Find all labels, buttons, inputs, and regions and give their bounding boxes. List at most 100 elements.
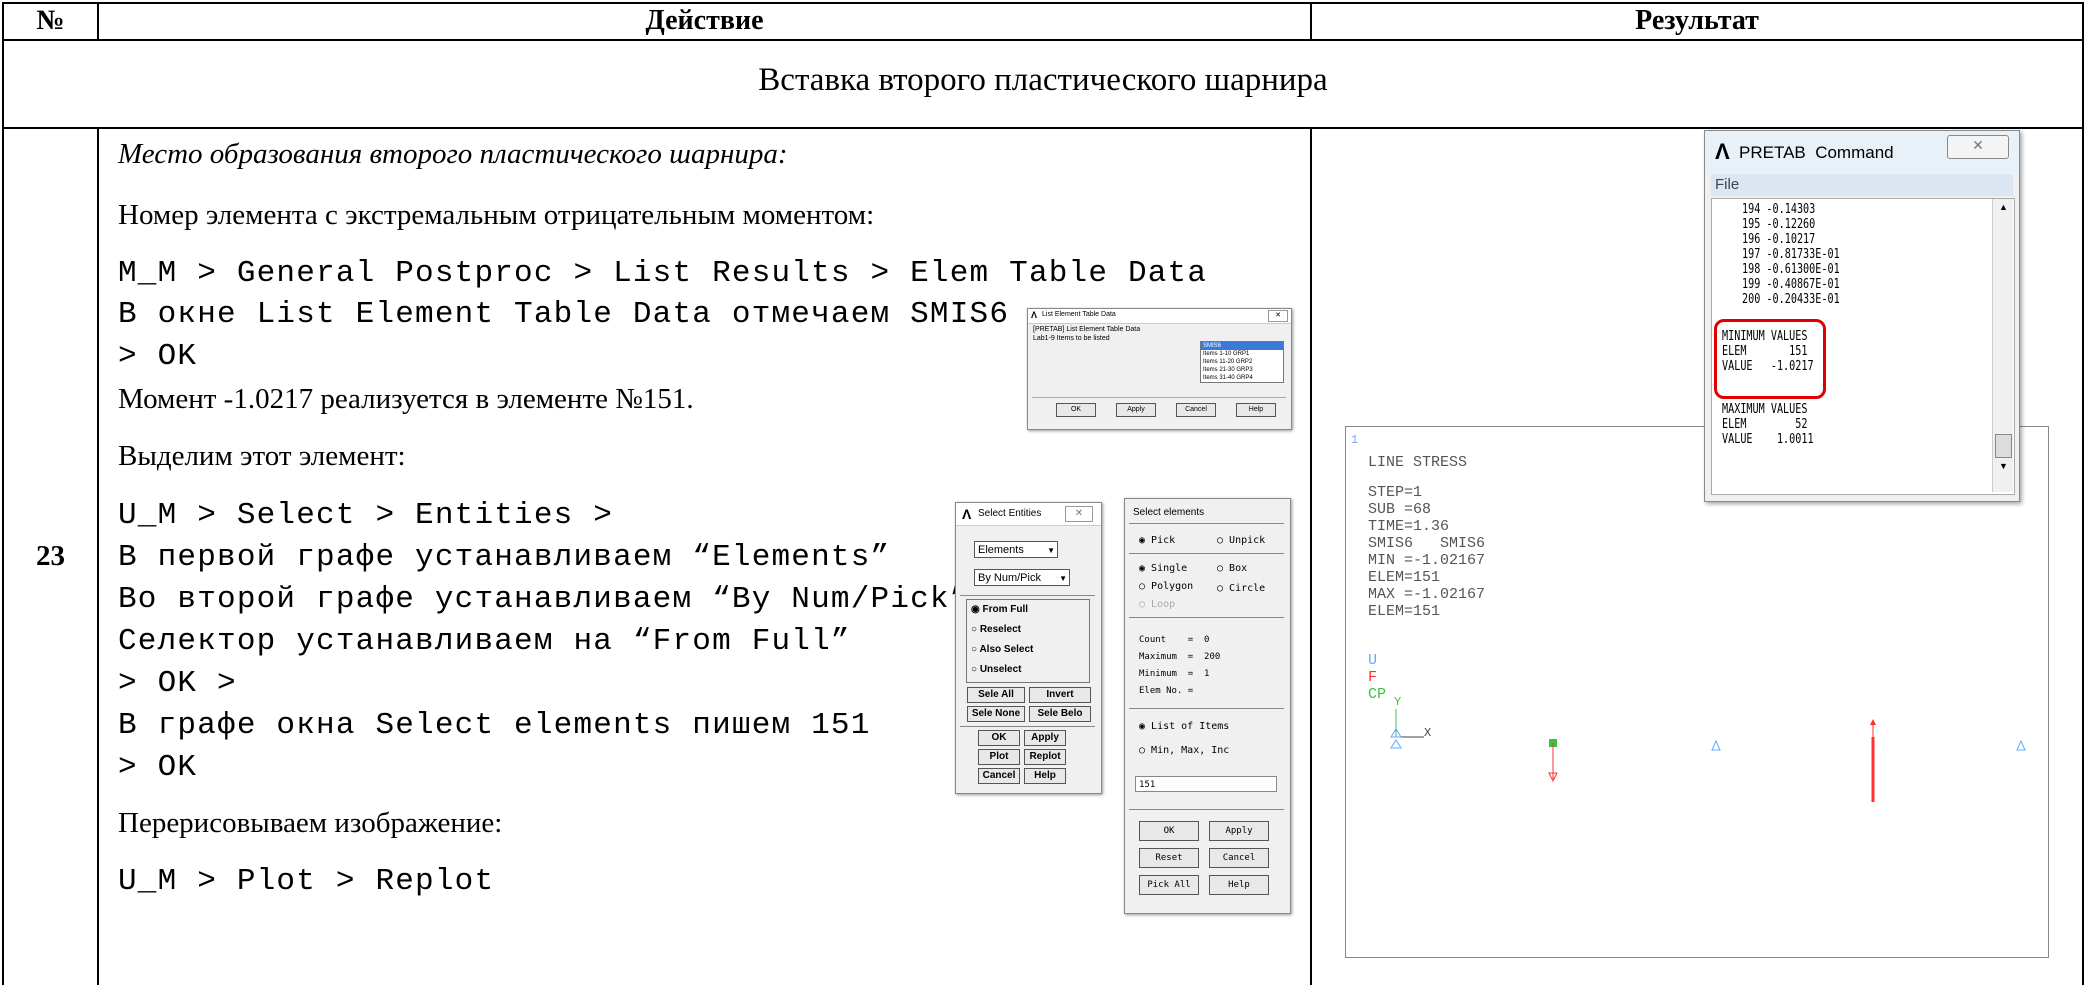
radio-label: Single: [1151, 563, 1188, 574]
entity-type-dropdown[interactable]: Elements ▼: [974, 541, 1058, 558]
menu-file[interactable]: File: [1715, 176, 1739, 193]
support-triangle-icon: [1390, 739, 1402, 749]
action-line-1: Место образования второго пластического …: [118, 138, 788, 170]
help-button[interactable]: Help: [1024, 768, 1066, 784]
pretab-row: 198 -0.61300E-01: [1742, 262, 1840, 277]
action-line-5: > OK: [118, 339, 198, 374]
max-elem: ELEM 52: [1722, 417, 1808, 432]
radio-icon: ○: [971, 664, 980, 675]
radio-also-select[interactable]: ○ Also Select: [967, 640, 1089, 660]
radio-label: Polygon: [1151, 581, 1194, 592]
apply-button[interactable]: Apply: [1116, 403, 1156, 417]
selector-group: ◉ From Full ○ Reselect ○ Also Select ○ U…: [966, 599, 1090, 683]
radio-box[interactable]: ○ Box: [1217, 563, 1247, 574]
sele-none-button[interactable]: Sele None: [967, 706, 1025, 722]
close-icon[interactable]: ✕: [1947, 135, 2009, 159]
plot-button[interactable]: Plot: [978, 749, 1020, 765]
ansys-graphics-window: 1 LINE STRESS STEP=1 SUB =68 TIME=1.36 S…: [1345, 426, 2049, 958]
ansys-logo-icon: Λ: [962, 506, 972, 522]
pretab-row: 199 -0.40867E-01: [1742, 277, 1840, 292]
help-button[interactable]: Help: [1209, 875, 1269, 895]
max-value: VALUE 1.0011: [1722, 432, 1814, 447]
scroll-down-icon[interactable]: ▼: [1999, 461, 2008, 471]
replot-button[interactable]: Replot: [1024, 749, 1066, 765]
axis-x-label: X: [1424, 726, 1432, 740]
radio-icon: ○: [1217, 583, 1230, 594]
radio-unselect[interactable]: ○ Unselect: [967, 660, 1089, 680]
radio-icon: ○: [971, 624, 980, 635]
items-listbox[interactable]: SMIS6 Items 1-10 GRP1 Items 11-20 GRP2 I…: [1200, 341, 1284, 383]
criterion-dropdown[interactable]: By Num/Pick ▼: [974, 569, 1070, 586]
sele-belo-button[interactable]: Sele Belo: [1029, 706, 1091, 722]
radio-icon: ○: [1139, 745, 1152, 756]
radio-selected-icon: ◉: [1139, 721, 1152, 732]
radio-polygon[interactable]: ○ Polygon: [1139, 581, 1193, 592]
radio-unpick[interactable]: ○ Unpick: [1217, 535, 1265, 546]
pretab-row: 196 -0.10217: [1742, 232, 1816, 247]
radio-single[interactable]: ◉ Single: [1139, 563, 1187, 574]
radio-circle[interactable]: ○ Circle: [1217, 583, 1265, 594]
listbox-item[interactable]: Items 11-20 GRP2: [1201, 358, 1283, 366]
radio-icon: ○: [1217, 563, 1230, 574]
table-border-header-bottom: [2, 39, 2084, 41]
radio-min-max-inc[interactable]: ○ Min, Max, Inc: [1139, 745, 1229, 756]
dialog-divider: [1129, 523, 1284, 524]
table-border-left: [2, 2, 4, 985]
radio-selected-icon: ◉: [1139, 563, 1152, 574]
listbox-item[interactable]: SMIS6: [1201, 342, 1283, 350]
select-entities-title: Select Entities: [978, 508, 1042, 519]
col-divider-1-body: [97, 127, 99, 985]
pretab-row: 195 -0.12260: [1742, 217, 1816, 232]
dialog-divider: [1032, 397, 1286, 398]
apply-button[interactable]: Apply: [1209, 821, 1269, 841]
radio-label: Circle: [1229, 583, 1266, 594]
close-icon[interactable]: ✕: [1268, 310, 1288, 322]
item-number-input[interactable]: 151: [1135, 776, 1277, 792]
invert-button[interactable]: Invert: [1029, 687, 1091, 703]
apply-button[interactable]: Apply: [1024, 730, 1066, 746]
beam-model-drawing: [1390, 709, 2026, 802]
cancel-button[interactable]: Cancel: [978, 768, 1020, 784]
action-line-15: Перерисовываем изображение:: [118, 807, 503, 839]
chevron-down-icon: ▼: [1059, 574, 1067, 583]
support-triangle-icon: [1711, 739, 1721, 751]
listbox-item[interactable]: Items 21-30 GRP3: [1201, 366, 1283, 374]
radio-label: Pick: [1151, 535, 1176, 546]
radio-pick[interactable]: ◉ Pick: [1139, 535, 1175, 546]
sele-all-button[interactable]: Sele All: [967, 687, 1025, 703]
select-entities-dialog: Λ Select Entities ✕ Elements ▼ By Num/Pi…: [955, 502, 1102, 794]
ok-button[interactable]: OK: [1139, 821, 1199, 841]
item-number-value: 151: [1139, 780, 1156, 790]
radio-reselect[interactable]: ○ Reselect: [967, 620, 1089, 640]
pretab-text-area: 194 -0.14303 195 -0.12260 196 -0.10217 1…: [1711, 198, 2015, 495]
header-result: Результат: [1635, 5, 1759, 36]
action-line-12: > OK >: [118, 666, 237, 701]
radio-label: Loop: [1151, 599, 1176, 610]
radio-label: Reselect: [979, 624, 1021, 635]
dialog-divider: [1129, 809, 1284, 810]
ok-button[interactable]: OK: [1056, 403, 1096, 417]
radio-list-of-items[interactable]: ◉ List of Items: [1139, 721, 1229, 732]
dialog-divider: [1129, 617, 1284, 618]
cancel-button[interactable]: Cancel: [1176, 403, 1216, 417]
close-icon[interactable]: ✕: [1065, 506, 1093, 522]
select-elements-title: Select elements: [1133, 507, 1205, 518]
radio-from-full[interactable]: ◉ From Full: [967, 600, 1089, 620]
radio-icon: ○: [1217, 535, 1230, 546]
ok-button[interactable]: OK: [978, 730, 1020, 746]
scroll-thumb[interactable]: [1995, 434, 2012, 458]
action-line-4: В окне List Element Table Data отмечаем …: [118, 297, 1010, 332]
arrow-head-icon: [1870, 719, 1876, 725]
pretab-menubar: File: [1711, 174, 2013, 196]
cancel-button[interactable]: Cancel: [1209, 848, 1269, 868]
pick-all-button[interactable]: Pick All: [1139, 875, 1199, 895]
listbox-item[interactable]: Items 31-40 GRP4: [1201, 374, 1283, 382]
reset-button[interactable]: Reset: [1139, 848, 1199, 868]
table-border-right: [2082, 2, 2084, 985]
min-value: VALUE -1.0217: [1722, 359, 1814, 374]
help-button[interactable]: Help: [1236, 403, 1276, 417]
scroll-up-icon[interactable]: ▲: [1999, 202, 2008, 212]
vertical-scrollbar[interactable]: ▲ ▼: [1992, 199, 2013, 492]
pretab-row: 197 -0.81733E-01: [1742, 247, 1840, 262]
listbox-item[interactable]: Items 1-10 GRP1: [1201, 350, 1283, 358]
